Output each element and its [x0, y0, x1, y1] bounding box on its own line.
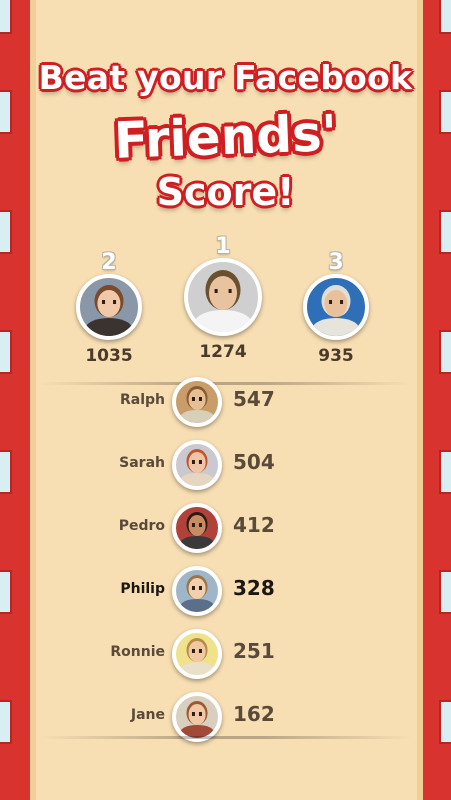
player-name: Ralph: [119, 392, 165, 408]
player-score: 328: [233, 576, 275, 600]
frame-notch: [439, 450, 451, 494]
player-avatar: [172, 566, 222, 616]
leaderboard-row[interactable]: Ralph 547: [30, 372, 423, 430]
player-score: 504: [233, 450, 275, 474]
player-name: Sarah: [119, 455, 165, 471]
player-avatar: [172, 629, 222, 679]
podium-entry-1[interactable]: 1 1274: [178, 236, 268, 362]
player-avatar: [172, 692, 222, 742]
podium-score: 1274: [199, 342, 247, 362]
player-score: 412: [233, 513, 275, 537]
philip-avatar: [172, 566, 222, 616]
frame-notch: [0, 570, 12, 614]
frame-notch: [0, 700, 12, 744]
podium-score: 1035: [85, 346, 133, 366]
ralph-avatar: [172, 377, 222, 427]
podium-score: 935: [318, 346, 354, 366]
leaderboard-row[interactable]: Ronnie 251: [30, 624, 423, 682]
frame-notch: [439, 330, 451, 374]
leaderboard-row[interactable]: Philip 328: [30, 561, 423, 619]
player-score: 547: [233, 387, 275, 411]
podium-rank: 2: [101, 250, 117, 275]
leaderboard-row[interactable]: Pedro 412: [30, 498, 423, 556]
frame-notch: [439, 570, 451, 614]
player-name: Philip: [120, 581, 165, 597]
list-bottom-divider: [40, 736, 411, 739]
frame-notch: [0, 0, 12, 34]
player-score: 251: [233, 639, 275, 663]
podium-rank: 1: [215, 234, 231, 259]
player-score: 162: [233, 702, 275, 726]
frame-notch: [439, 0, 451, 34]
frame-notch: [0, 330, 12, 374]
player-avatar: [172, 440, 222, 490]
frame-notch: [0, 210, 12, 254]
player-name: Jane: [130, 707, 165, 723]
player-name: Pedro: [118, 518, 165, 534]
sarah-avatar: [172, 440, 222, 490]
podium-entry-3[interactable]: 3 935: [297, 252, 375, 366]
man-beard-avatar: [184, 258, 262, 336]
frame-notch: [0, 450, 12, 494]
headline-line-1: Beat your Facebook: [38, 58, 413, 97]
player-avatar: [172, 377, 222, 427]
leaderboard-row[interactable]: Sarah 504: [30, 435, 423, 493]
frame-notch: [439, 210, 451, 254]
headline-line-3: Score!: [156, 170, 295, 214]
player-avatar: [172, 503, 222, 553]
podium-rank: 3: [328, 250, 344, 275]
frame-notch: [439, 700, 451, 744]
podium-entry-2[interactable]: 2 1035: [70, 252, 148, 366]
player-name: Ronnie: [110, 644, 165, 660]
pedro-avatar: [172, 503, 222, 553]
woman-glasses-avatar: [76, 274, 142, 340]
ronnie-avatar: [172, 629, 222, 679]
jane-avatar: [172, 692, 222, 742]
hooded-man-avatar: [303, 274, 369, 340]
